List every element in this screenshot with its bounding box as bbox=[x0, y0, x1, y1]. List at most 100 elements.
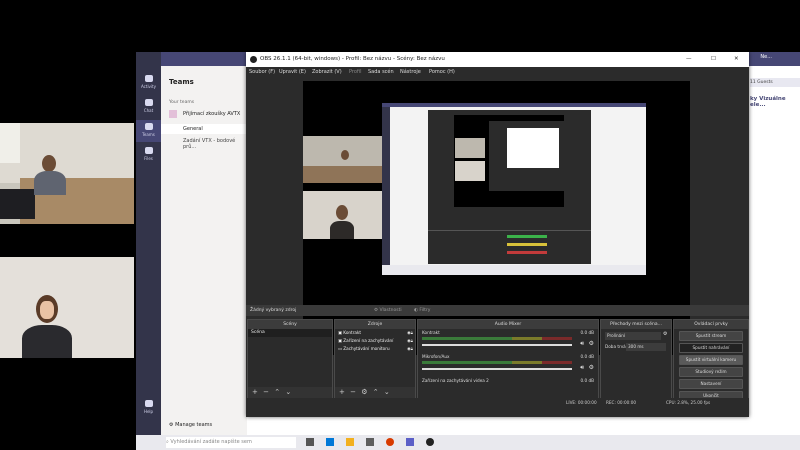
teams-taskbar-icon[interactable] bbox=[406, 438, 414, 446]
scenes-dock-title: Scény bbox=[248, 320, 332, 329]
source-item[interactable]: ▣ Kontrakt ◉🔒︎ bbox=[335, 329, 415, 337]
start-recording-button[interactable]: Spustit nahrávání bbox=[679, 343, 743, 353]
channel-general-row[interactable]: General bbox=[161, 124, 247, 134]
volume-meter bbox=[422, 361, 572, 364]
menu-tools[interactable]: Nástroje bbox=[400, 67, 421, 78]
maximize-icon[interactable]: ☐ bbox=[711, 52, 716, 67]
chat-icon bbox=[144, 99, 153, 106]
settings-button[interactable]: Nastavení bbox=[679, 379, 743, 389]
controls-title: Ovládací prvky bbox=[674, 320, 748, 329]
live-status: LIVE: 00:00:00 bbox=[566, 400, 597, 405]
eye-icon[interactable]: ◉🔒︎ bbox=[407, 337, 413, 345]
transitions-dock: Přechody mezi scéna... Prolínání ⚙ Doba … bbox=[600, 319, 672, 399]
sources-dock-title: Zdroje bbox=[335, 320, 415, 329]
obs-taskbar-icon[interactable] bbox=[426, 438, 434, 446]
rail-files[interactable]: Files bbox=[136, 144, 161, 166]
obs-logo-icon bbox=[250, 56, 257, 63]
gear-icon[interactable]: ⚙ bbox=[589, 364, 594, 371]
scenes-toolbar: + − ⌃ ⌄ bbox=[248, 387, 332, 398]
start-virtual-camera-button[interactable]: Spustit virtuální kameru bbox=[679, 355, 743, 365]
menu-help[interactable]: Pomoc (H) bbox=[429, 67, 455, 78]
audio-mixer-title: Audio Mixer bbox=[418, 320, 598, 329]
rail-chat[interactable]: Chat bbox=[136, 96, 161, 118]
volume-slider[interactable] bbox=[422, 344, 572, 346]
move-up-icon[interactable]: ⌃ bbox=[274, 388, 280, 396]
channel-zadani[interactable]: Zadání VTX - bodové prů... bbox=[183, 138, 247, 150]
source-item[interactable]: ▭ Zachytávání monitoru ◉🔒︎ bbox=[335, 345, 415, 353]
rail-activity[interactable]: Activity bbox=[136, 72, 161, 94]
gear-icon[interactable]: ⚙ bbox=[663, 331, 667, 337]
scene-item[interactable]: Scéna bbox=[248, 329, 332, 337]
scenes-dock: Scény Scéna + − ⌃ ⌄ bbox=[247, 319, 333, 399]
files-icon bbox=[144, 147, 153, 154]
eye-icon[interactable]: ◉🔒︎ bbox=[407, 329, 413, 337]
participant-video-2 bbox=[0, 257, 134, 358]
obs-menubar: Soubor (F) Upravit (E) Zobrazit (V) Prof… bbox=[246, 67, 749, 78]
speaker-icon[interactable]: 🔊︎ bbox=[580, 364, 584, 372]
start-stream-button[interactable]: Spustit stream bbox=[679, 331, 743, 341]
add-source-icon[interactable]: + bbox=[339, 388, 345, 396]
menu-scene-collection[interactable]: Sada scén bbox=[368, 67, 394, 78]
taskbar-search[interactable]: ⌕ Vyhledávání zadáte napište sem bbox=[166, 437, 296, 448]
transition-select[interactable]: Prolínání bbox=[605, 332, 661, 340]
bell-icon bbox=[144, 75, 153, 82]
right-heading: ky Vizuálne ele... bbox=[750, 96, 786, 108]
guests-chip[interactable]: 11 Guests bbox=[750, 78, 800, 87]
mixer-channel-db: 0.0 dB bbox=[580, 330, 594, 335]
edge-icon[interactable] bbox=[326, 438, 334, 446]
menu-edit[interactable]: Upravit (E) bbox=[279, 67, 306, 78]
rail-teams[interactable]: Teams bbox=[136, 120, 161, 142]
eye-icon[interactable]: ◉🔒︎ bbox=[407, 345, 413, 353]
rec-status: REC: 00:00:00 bbox=[606, 400, 637, 405]
gear-icon[interactable]: ⚙ bbox=[589, 340, 594, 347]
source-settings-icon[interactable]: ⚙ bbox=[361, 388, 367, 396]
menu-view[interactable]: Zobrazit (V) bbox=[312, 67, 342, 78]
mixer-channel: Zařízení na zachytávání videa 2 0.0 dB bbox=[418, 378, 598, 396]
windows-taskbar: ⌕ Vyhledávání zadáte napište sem bbox=[136, 435, 800, 450]
speaker-icon[interactable]: 🔊︎ bbox=[580, 340, 584, 348]
obs-status-bar: LIVE: 00:00:00 REC: 00:00:00 CPU: 2.8%, … bbox=[246, 398, 749, 408]
store-icon[interactable] bbox=[366, 438, 374, 446]
teams-icon bbox=[144, 123, 153, 130]
your-teams-label: Your teams bbox=[169, 100, 195, 105]
mixer-channel-name: Mikrofon/Aux bbox=[422, 354, 450, 359]
preview-webcam-2 bbox=[303, 191, 382, 239]
mixer-channel-name: Zařízení na zachytávání videa 2 bbox=[422, 378, 489, 383]
teams-header: Teams bbox=[169, 78, 194, 86]
minimize-icon[interactable]: — bbox=[686, 52, 692, 67]
source-toolbar: Žádný vybraný zdroj ⚙ Vlastnosti ◐ Filtr… bbox=[246, 305, 749, 316]
source-item[interactable]: ▣ Zařízení na zachytávání ◉🔒︎ bbox=[335, 337, 415, 345]
add-scene-icon[interactable]: + bbox=[252, 388, 258, 396]
sources-toolbar: + − ⚙ ⌃ ⌄ bbox=[335, 387, 415, 398]
move-up-icon[interactable]: ⌃ bbox=[373, 388, 379, 396]
rail-help[interactable]: Help bbox=[136, 397, 161, 419]
participant-video-1 bbox=[0, 123, 134, 224]
remove-source-icon[interactable]: − bbox=[350, 388, 356, 396]
taskview-icon[interactable] bbox=[306, 438, 314, 446]
no-source-label: Žádný vybraný zdroj bbox=[250, 308, 297, 313]
volume-slider[interactable] bbox=[422, 368, 572, 370]
manage-teams[interactable]: ⚙ Manage teams bbox=[169, 422, 212, 428]
team-name[interactable]: Přijímací zkoušky AVTX bbox=[183, 111, 240, 117]
remove-scene-icon[interactable]: − bbox=[263, 388, 269, 396]
teams-app-rail: Activity Chat Teams Files Help bbox=[136, 52, 161, 435]
properties-button[interactable]: ⚙ Vlastnosti bbox=[374, 305, 402, 316]
move-down-icon[interactable]: ⌄ bbox=[285, 388, 291, 396]
move-down-icon[interactable]: ⌄ bbox=[384, 388, 390, 396]
mixer-channel-db: 0.0 dB bbox=[580, 354, 594, 359]
mixer-channel: Mikrofon/Aux 0.0 dB 🔊︎ ⚙ bbox=[418, 354, 598, 376]
explorer-icon[interactable] bbox=[346, 438, 354, 446]
chrome-icon[interactable] bbox=[386, 438, 394, 446]
sources-dock: Zdroje ▣ Kontrakt ◉🔒︎ ▣ Zařízení na zachy… bbox=[334, 319, 416, 399]
menu-profile[interactable]: Profil bbox=[349, 67, 361, 78]
mixer-channel-db: 0.0 dB bbox=[580, 378, 594, 383]
preview-webcam-1 bbox=[303, 136, 382, 183]
duration-input[interactable]: 300 ms bbox=[626, 343, 666, 351]
filters-button[interactable]: ◐ Filtry bbox=[414, 305, 430, 316]
menu-file[interactable]: Soubor (F) bbox=[249, 67, 275, 78]
obs-titlebar: OBS 26.1.1 (64-bit, windows) - Profil: B… bbox=[246, 52, 749, 67]
close-icon[interactable]: ✕ bbox=[734, 52, 739, 67]
help-icon bbox=[144, 400, 153, 407]
cpu-status: CPU: 2.8%, 25.00 fps bbox=[666, 400, 711, 405]
studio-mode-button[interactable]: Studiový režim bbox=[679, 367, 743, 377]
